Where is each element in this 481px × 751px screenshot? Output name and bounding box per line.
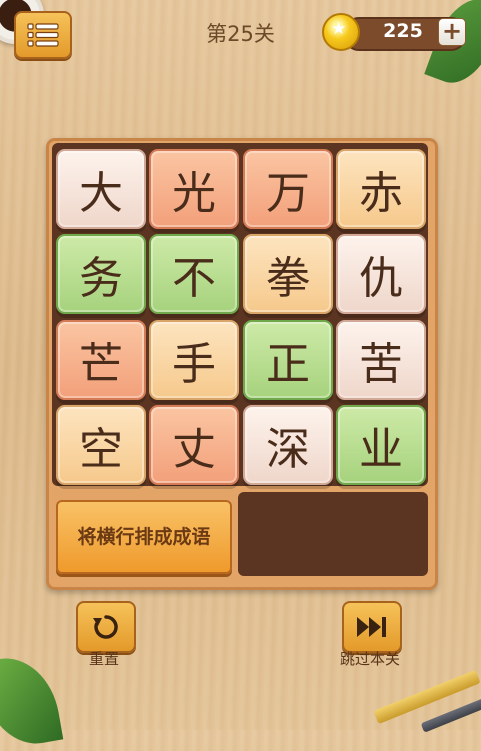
tile[interactable]: 丈: [149, 405, 239, 485]
tile[interactable]: 深: [243, 405, 333, 485]
tile[interactable]: 务: [56, 234, 146, 314]
tile[interactable]: 芒: [56, 320, 146, 400]
tile[interactable]: 不: [149, 234, 239, 314]
tile[interactable]: 业: [336, 405, 426, 485]
tile[interactable]: 万: [243, 149, 333, 229]
objective-hint-text: 将横行排成成语: [77, 526, 211, 548]
reset-label: 重置: [88, 650, 119, 668]
skip-level-label: 跳过本关: [339, 650, 400, 668]
refresh-icon: [93, 615, 118, 639]
leaf-decoration-bottom: [0, 650, 64, 751]
skip-level-button[interactable]: [342, 601, 402, 653]
tile[interactable]: 苦: [336, 320, 426, 400]
objective-hint-button[interactable]: 将横行排成成语: [56, 500, 232, 574]
coin-star-icon: ★: [331, 19, 347, 39]
tile[interactable]: 正: [243, 320, 333, 400]
tile[interactable]: 大: [56, 149, 146, 229]
tile[interactable]: 光: [149, 149, 239, 229]
coin-count: 225: [383, 20, 423, 42]
add-coins-button[interactable]: +: [438, 18, 466, 46]
tile[interactable]: 赤: [336, 149, 426, 229]
tile[interactable]: 拳: [243, 234, 333, 314]
empty-slot-area: [238, 492, 428, 576]
skip-forward-icon: [357, 617, 386, 637]
tile[interactable]: 手: [149, 320, 239, 400]
tile[interactable]: 仇: [336, 234, 426, 314]
tile[interactable]: 空: [56, 405, 146, 485]
reset-button[interactable]: [76, 601, 136, 653]
